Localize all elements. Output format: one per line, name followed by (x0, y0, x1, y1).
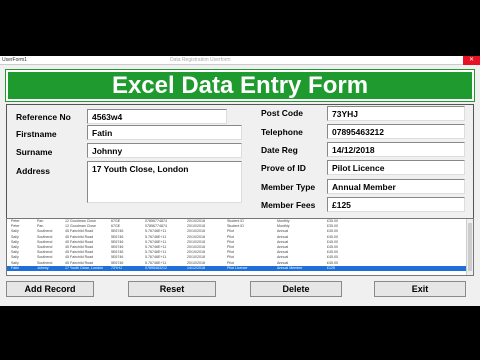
firstname-label: Firstname (16, 129, 57, 139)
list-cell: Annual Member (277, 265, 303, 270)
exit-button[interactable]: Exit (374, 281, 466, 297)
close-icon[interactable]: ✕ (463, 56, 480, 65)
list-cell: 14/12/2018 (187, 265, 205, 270)
prove-of-id-label: Prove of ID (261, 163, 306, 173)
surname-field[interactable]: Johnny (87, 143, 242, 158)
member-fees-label: Member Fees (261, 200, 316, 210)
member-type-field[interactable]: Annual Member (327, 179, 465, 194)
member-type-label: Member Type (261, 182, 316, 192)
prove-of-id-field[interactable]: Pilot Licence (327, 160, 465, 175)
date-reg-field[interactable]: 14/12/2018 (327, 142, 465, 157)
post-code-field[interactable]: 73YHJ (327, 106, 465, 121)
address-label: Address (16, 166, 51, 176)
list-cell: 07895463212 (145, 265, 167, 270)
firstname-field[interactable]: Fatin (87, 125, 242, 140)
userform-window: UserForm1 Data Registration Userform ✕ E… (0, 56, 480, 306)
records-listbox[interactable]: Peter Pan 12 Goodman Close 67GE 07856774874 2… (6, 218, 474, 276)
surname-label: Surname (16, 147, 53, 157)
reset-button[interactable]: Reset (128, 281, 216, 297)
form-title: Excel Data Entry Form (111, 72, 369, 99)
date-reg-label: Date Reg (261, 145, 298, 155)
post-code-label: Post Code (261, 108, 304, 118)
member-fees-field[interactable]: £125 (327, 197, 465, 212)
window-title: UserForm1 (2, 57, 28, 63)
list-cell: £125 (327, 265, 335, 270)
list-cell: Johnny (37, 265, 49, 270)
window-caption: Data Registration Userform (170, 57, 231, 63)
list-cell: Fatin (11, 265, 19, 270)
list-cell: Pilot Licence (227, 265, 248, 270)
reference-no-label: Reference No (16, 112, 71, 122)
scrollbar-thumb[interactable] (468, 223, 472, 271)
form-header: Excel Data Entry Form (5, 69, 475, 102)
list-cell: 73YHJ (111, 265, 122, 270)
list-row[interactable]: Fatin Johnny 17 Youth Close, London 73YHJ 07… (7, 265, 473, 271)
list-cell: 17 Youth Close, London (65, 265, 104, 270)
records-list: Peter Pan 12 Goodman Close 67GE 07856774874 2… (7, 219, 473, 271)
reference-no-field[interactable]: 4563w4 (87, 109, 227, 124)
list-scrollbar[interactable] (466, 219, 473, 275)
add-record-button[interactable]: Add Record (6, 281, 94, 297)
telephone-label: Telephone (261, 127, 303, 137)
address-field[interactable]: 17 Youth Close, London (87, 161, 242, 203)
telephone-field[interactable]: 07895463212 (327, 124, 465, 139)
delete-button[interactable]: Delete (250, 281, 342, 297)
title-bar: UserForm1 Data Registration Userform ✕ (0, 56, 480, 65)
